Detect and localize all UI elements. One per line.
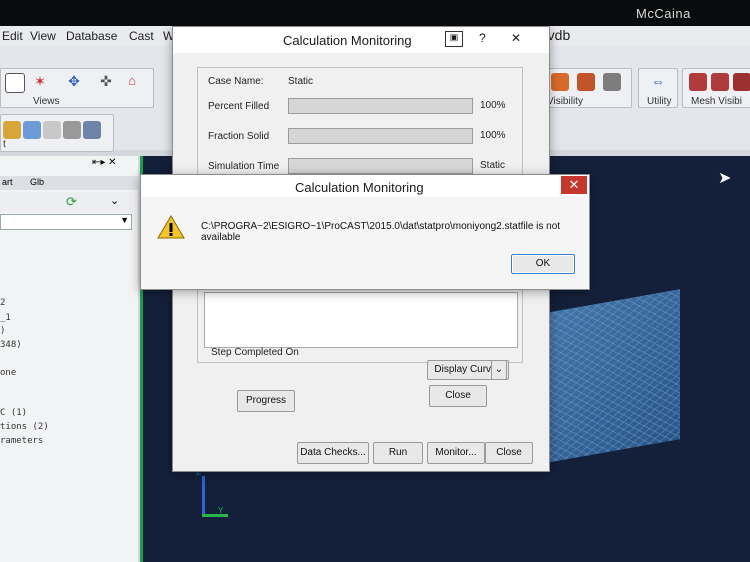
calc-monitor-titlebar: Calculation Monitoring ▣ ? ✕ bbox=[173, 27, 549, 53]
cube-color-icon[interactable] bbox=[3, 121, 21, 139]
display-group: t bbox=[0, 114, 114, 152]
log-area[interactable] bbox=[204, 292, 518, 348]
step-completed-label: Step Completed On bbox=[211, 347, 299, 358]
utility-group: ⇔ Utility bbox=[638, 68, 678, 108]
data-checks-button[interactable]: Data Checks... bbox=[297, 442, 369, 464]
utility-icon[interactable]: ⇔ bbox=[649, 73, 667, 91]
tree-line[interactable]: _1 bbox=[0, 313, 11, 323]
monitor-button[interactable]: Monitor... bbox=[427, 442, 485, 464]
mesh-icon-1[interactable] bbox=[689, 73, 707, 91]
display-group-label: t bbox=[3, 139, 6, 150]
home-view-icon[interactable]: ⌂ bbox=[123, 73, 141, 91]
cube-blue-icon[interactable] bbox=[23, 121, 41, 139]
fraction-solid-bar bbox=[288, 128, 473, 144]
progress-button[interactable]: Progress bbox=[237, 390, 295, 412]
tree-line[interactable]: 2 bbox=[0, 298, 5, 308]
visibility-icon-1[interactable] bbox=[551, 73, 569, 91]
rotate-icon[interactable]: ✜ bbox=[97, 73, 115, 91]
fraction-solid-label: Fraction Solid bbox=[208, 131, 270, 142]
window-icon[interactable]: ▣ bbox=[445, 31, 463, 47]
error-dialog-titlebar: Calculation Monitoring ✕ bbox=[141, 175, 589, 197]
brand-text: McCaina bbox=[636, 6, 691, 21]
menu-database[interactable]: Database bbox=[66, 29, 117, 43]
bottom-close-button[interactable]: Close bbox=[485, 442, 533, 464]
views-group: ✶ ✥ ✜ ⌂ Views bbox=[0, 68, 154, 108]
views-group-label: Views bbox=[33, 96, 60, 107]
panel-pin-icon[interactable]: ⇤▸ ✕ bbox=[92, 157, 117, 168]
simulation-time-bar bbox=[288, 158, 473, 174]
cube-gray-icon[interactable] bbox=[43, 121, 61, 139]
cube-slate-icon[interactable] bbox=[83, 121, 101, 139]
mesh-model[interactable] bbox=[546, 289, 680, 463]
visibility-group: Visibility bbox=[542, 68, 632, 108]
case-name-value: Static bbox=[288, 76, 314, 87]
fraction-solid-value: 100% bbox=[480, 130, 506, 141]
tree-line[interactable]: C (1) bbox=[0, 408, 27, 418]
tab-global[interactable]: Glb bbox=[30, 177, 44, 187]
tree-line[interactable]: rameters bbox=[0, 436, 43, 446]
error-dialog-title: Calculation Monitoring bbox=[295, 180, 424, 195]
mouse-cursor-icon: ➤ bbox=[718, 170, 732, 187]
utility-group-label: Utility bbox=[647, 96, 672, 107]
axis-icon[interactable]: ✶ bbox=[31, 73, 49, 91]
simulation-time-label: Simulation Time bbox=[208, 161, 280, 172]
refresh-icon[interactable]: ⟳ bbox=[66, 194, 77, 210]
close-button[interactable]: Close bbox=[429, 385, 487, 407]
menu-cast[interactable]: Cast bbox=[129, 29, 154, 43]
help-icon[interactable]: ? bbox=[479, 31, 486, 45]
panel-tabs: art Glb bbox=[0, 176, 138, 190]
percent-filled-value: 100% bbox=[480, 100, 506, 111]
mesh-icon-3[interactable] bbox=[733, 73, 750, 91]
monitor-bezel: McCaina bbox=[0, 0, 750, 26]
tab-part[interactable]: art bbox=[2, 177, 13, 187]
chevron-down-icon[interactable]: ⌄ bbox=[491, 360, 507, 380]
percent-filled-bar bbox=[288, 98, 473, 114]
screen: Edit View Database Cast W 2.vdb ✶ ✥ ✜ ⌂ … bbox=[0, 26, 750, 562]
mesh-visibility-group: Mesh Visibi bbox=[682, 68, 750, 108]
simulation-time-value: Static bbox=[480, 160, 506, 171]
percent-filled-label: Percent Filled bbox=[208, 101, 270, 112]
mesh-icon-2[interactable] bbox=[711, 73, 729, 91]
tree-line[interactable]: ) bbox=[0, 326, 5, 336]
case-name-label: Case Name: bbox=[208, 76, 264, 87]
error-message: C:\PROGRA~2\ESIGRO~1\ProCAST\2015.0\dat\… bbox=[201, 221, 561, 243]
warning-icon bbox=[157, 215, 185, 239]
tree-line[interactable]: one bbox=[0, 368, 16, 378]
visibility-icon-2[interactable] bbox=[577, 73, 595, 91]
tree-line[interactable]: tions (2) bbox=[0, 422, 49, 432]
ok-button[interactable]: OK bbox=[511, 254, 575, 274]
close-icon[interactable]: ✕ bbox=[511, 31, 521, 45]
move-icon[interactable]: ✥ bbox=[65, 73, 83, 91]
panel-dropdown[interactable]: ▼ bbox=[0, 214, 132, 230]
chevron-down-icon[interactable]: ⌄ bbox=[110, 194, 119, 207]
view-box-icon[interactable] bbox=[5, 73, 25, 93]
menu-view[interactable]: View bbox=[30, 29, 56, 43]
error-dialog: Calculation Monitoring ✕ C:\PROGRA~2\ESI… bbox=[140, 174, 590, 290]
dropdown-arrow-icon: ▼ bbox=[120, 215, 129, 225]
mesh-visibility-group-label: Mesh Visibi bbox=[691, 96, 742, 107]
calc-monitor-title: Calculation Monitoring bbox=[283, 33, 412, 48]
panel-toolbar: ⟳ ⌄ bbox=[0, 192, 132, 212]
axis-triad-icon: Y Z bbox=[192, 468, 236, 522]
cube-dark-icon[interactable] bbox=[63, 121, 81, 139]
menu-edit[interactable]: Edit bbox=[2, 29, 23, 43]
close-icon[interactable]: ✕ bbox=[561, 176, 587, 194]
tree-line[interactable]: 348) bbox=[0, 340, 22, 350]
run-button[interactable]: Run bbox=[373, 442, 423, 464]
visibility-icon-3[interactable] bbox=[603, 73, 621, 91]
visibility-group-label: Visibility bbox=[547, 96, 583, 107]
